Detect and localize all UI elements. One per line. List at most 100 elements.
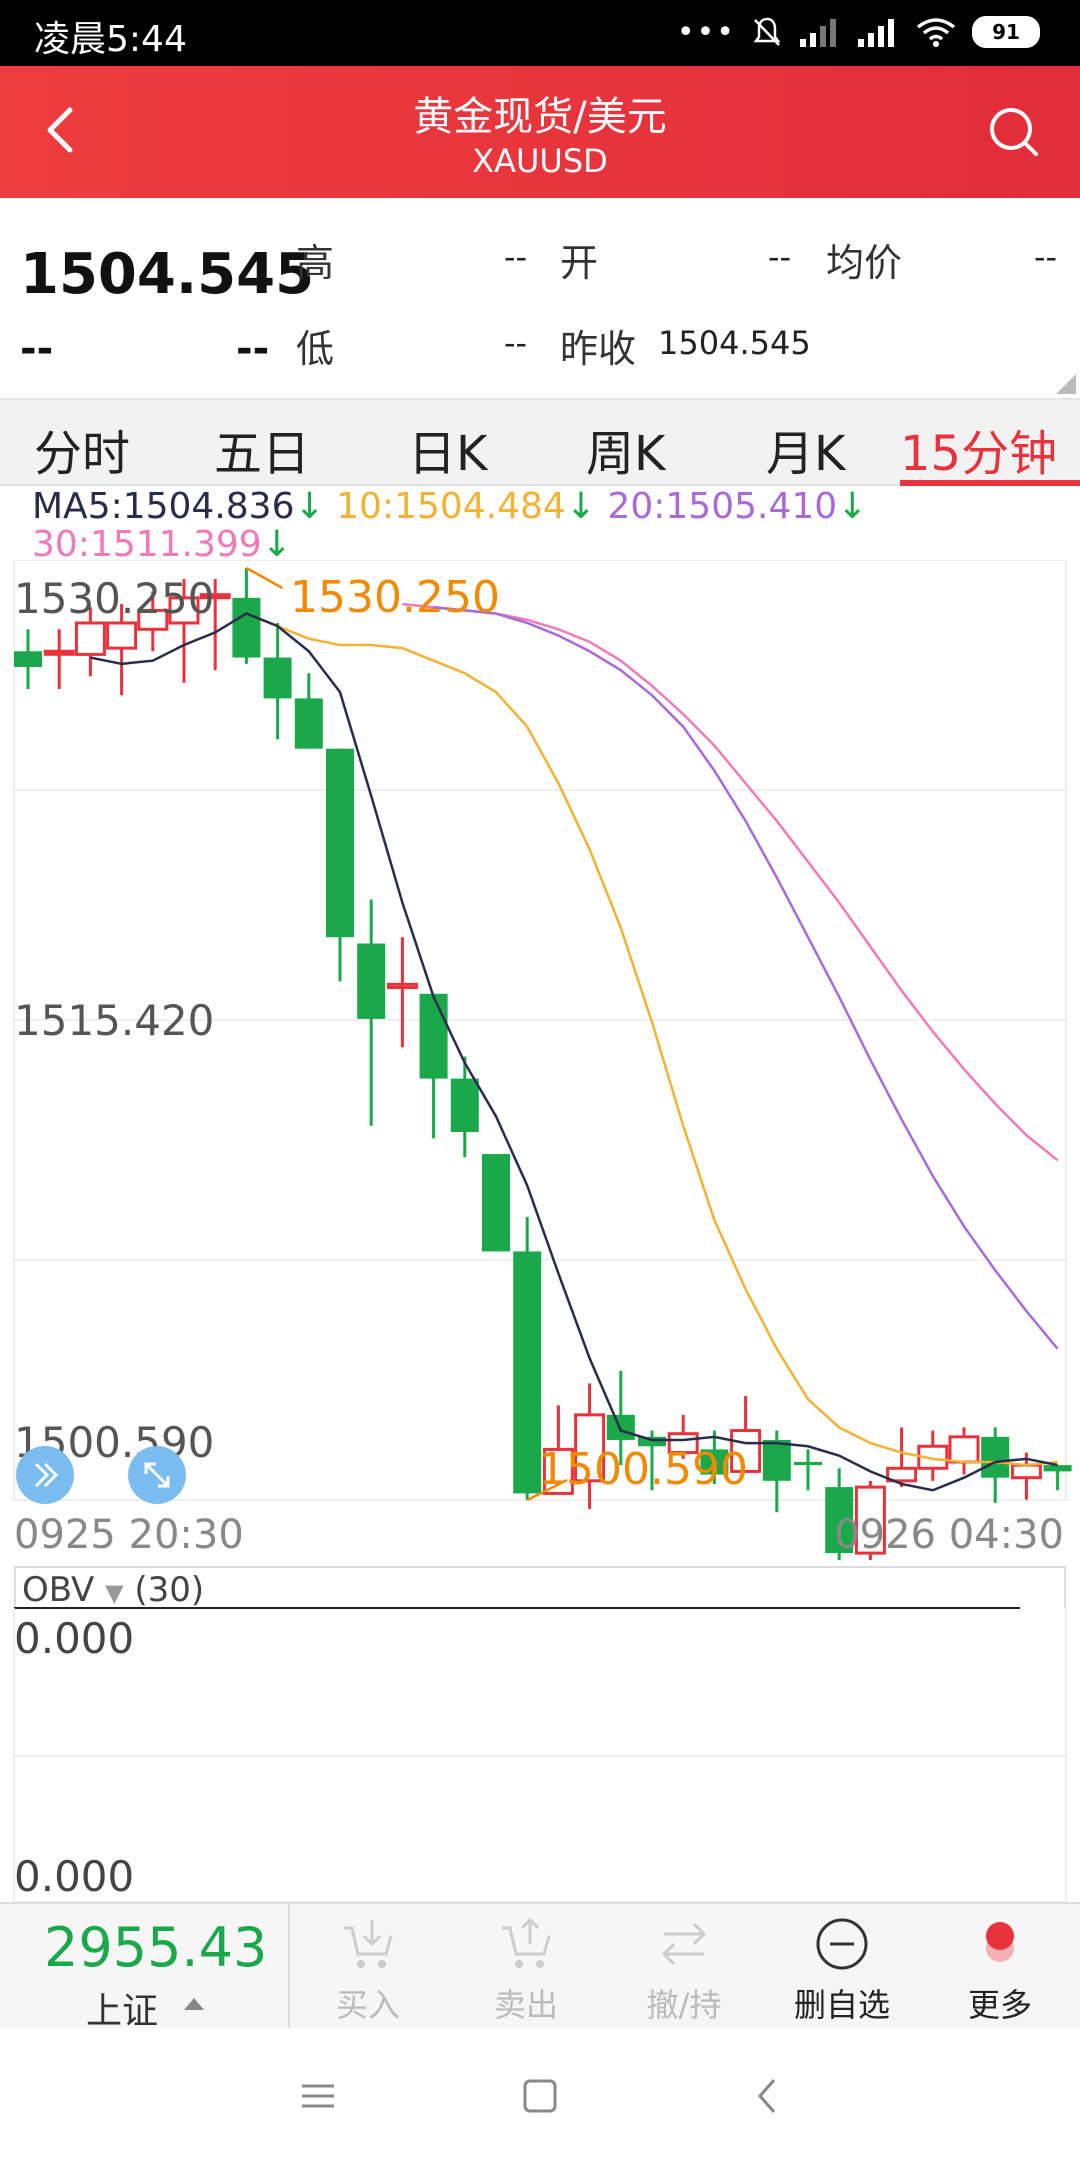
minus-circle-icon	[816, 1918, 868, 1970]
ma10-down-arrow: ↓	[565, 486, 597, 527]
candle-body	[482, 1154, 510, 1252]
ma20-value: 20:1505.410	[607, 486, 838, 527]
open-value: --	[768, 238, 792, 276]
signal-icon-2	[858, 19, 894, 47]
avg-label: 均价	[826, 241, 903, 285]
ma5-value: MA5:1504.836	[32, 486, 295, 527]
candle-body	[513, 1251, 542, 1494]
more-notifications-icon: •••	[676, 14, 736, 50]
open-label: 开	[560, 241, 599, 285]
ma5-down-arrow: ↓	[294, 486, 325, 527]
remove-watchlist-button[interactable]: 删自选	[782, 1914, 902, 2026]
signal-icon	[800, 19, 836, 47]
more-dots-icon	[986, 1922, 1014, 1962]
collapse-panel-button[interactable]	[16, 1446, 74, 1504]
buy-button[interactable]: 买入	[308, 1914, 428, 2026]
search-icon[interactable]	[984, 102, 1044, 162]
more-button[interactable]: 更多	[940, 1914, 1060, 2026]
status-bar: 凌晨5:44 ••• 91	[0, 0, 1080, 66]
high-value: --	[504, 238, 528, 276]
avg-value: --	[1034, 238, 1058, 276]
x-axis-start-label: 0925 20:30	[14, 1512, 244, 1558]
remove-watchlist-label: 删自选	[793, 1986, 890, 2024]
ma30-value: 30:1511.399	[32, 524, 262, 565]
divider	[288, 1904, 290, 2030]
obv-bottom-value: 0.000	[14, 1852, 135, 1901]
y-axis-mid-label: 1515.420	[14, 996, 215, 1045]
wifi-icon	[916, 18, 956, 47]
candle-body	[981, 1436, 1010, 1478]
prev-close-value: 1504.545	[658, 324, 811, 362]
candle-body	[386, 982, 418, 989]
ma30-down-arrow: ↓	[261, 524, 292, 565]
symbol-code: XAUUSD	[472, 142, 608, 180]
quote-panel[interactable]: 1504.545 -- -- 高 -- 开 -- 均价 -- 低 -- 昨收 1…	[0, 198, 1080, 400]
ma5-line	[90, 612, 1058, 1492]
up-triangle-icon	[184, 1998, 204, 2010]
more-label: 更多	[967, 1986, 1032, 2024]
x-axis-end-label: 0926 04:30	[834, 1512, 1064, 1558]
status-icons: ••• 91	[677, 12, 1040, 52]
battery-icon: 91	[972, 16, 1040, 48]
prev-close-label: 昨收	[560, 327, 637, 371]
candle-body	[762, 1439, 791, 1481]
fullscreen-button[interactable]	[128, 1446, 186, 1504]
system-nav-bar	[0, 2028, 1080, 2160]
index-name: 上证	[86, 1991, 159, 2032]
tab-five-day[interactable]: 五日	[214, 414, 310, 484]
cancel-hold-label: 撤/持	[646, 1986, 722, 2024]
candle-body	[232, 597, 261, 658]
tab-monthly-k[interactable]: 月K	[766, 414, 845, 484]
candle-body	[794, 1461, 822, 1466]
low-value: --	[504, 324, 528, 362]
high-label: 高	[296, 241, 335, 285]
candle-body	[294, 698, 323, 749]
candle-body	[419, 993, 448, 1079]
back-icon[interactable]	[748, 2076, 788, 2116]
obv-chart	[13, 1607, 1067, 1903]
mute-bell-icon	[753, 17, 781, 46]
candle-body	[74, 621, 106, 656]
cart-in-icon	[344, 1920, 393, 1968]
tab-daily-k[interactable]: 日K	[408, 414, 487, 484]
price-change-percent: --	[236, 326, 270, 372]
candle-body	[1010, 1463, 1042, 1480]
obv-top-value: 0.000	[14, 1614, 135, 1663]
high-marker-label: 1530.250	[290, 572, 500, 623]
tab-weekly-k[interactable]: 周K	[586, 414, 665, 484]
status-time: 凌晨5:44	[34, 19, 187, 60]
swap-arrows-icon	[661, 1922, 707, 1966]
bottom-action-bar: 2955.43 上证 买入 卖出 撤/持 删自选 更多	[0, 1902, 1080, 2032]
period-tabs: 分时 五日 日K 周K 月K 15分钟	[0, 400, 1080, 486]
home-icon[interactable]	[520, 2076, 560, 2116]
candle-body	[106, 621, 138, 650]
sell-label: 卖出	[493, 1986, 558, 2024]
expand-icon	[144, 1462, 170, 1488]
candle-body	[450, 1078, 479, 1133]
candle-body	[263, 657, 292, 699]
battery-level: 91	[992, 20, 1020, 44]
candle-body	[326, 748, 354, 938]
candlestick-chart[interactable]	[0, 560, 1080, 1560]
cart-out-icon	[502, 1917, 551, 1968]
cancel-hold-button[interactable]: 撤/持	[624, 1914, 744, 2026]
ma30-line	[402, 602, 1059, 1162]
high-marker-line	[245, 566, 284, 590]
candle-body	[14, 651, 42, 667]
menu-icon[interactable]	[298, 2076, 338, 2116]
buy-label: 买入	[335, 1986, 400, 2024]
candle-body	[357, 943, 386, 1019]
candle-body	[1043, 1465, 1072, 1472]
expand-corner-icon[interactable]	[1056, 374, 1076, 394]
tab-timeshare[interactable]: 分时	[34, 414, 130, 484]
low-marker-label: 1500.590	[538, 1444, 748, 1495]
current-price: 1504.545	[20, 242, 315, 307]
tab-active-indicator	[900, 480, 1080, 486]
tab-15min[interactable]: 15分钟	[900, 414, 1057, 484]
price-change: --	[20, 326, 54, 372]
double-chevron-icon	[34, 1462, 59, 1488]
candle-body	[948, 1435, 980, 1464]
index-value: 2955.43	[44, 1916, 268, 1979]
candle-body	[43, 649, 75, 656]
sell-button[interactable]: 卖出	[466, 1914, 586, 2026]
